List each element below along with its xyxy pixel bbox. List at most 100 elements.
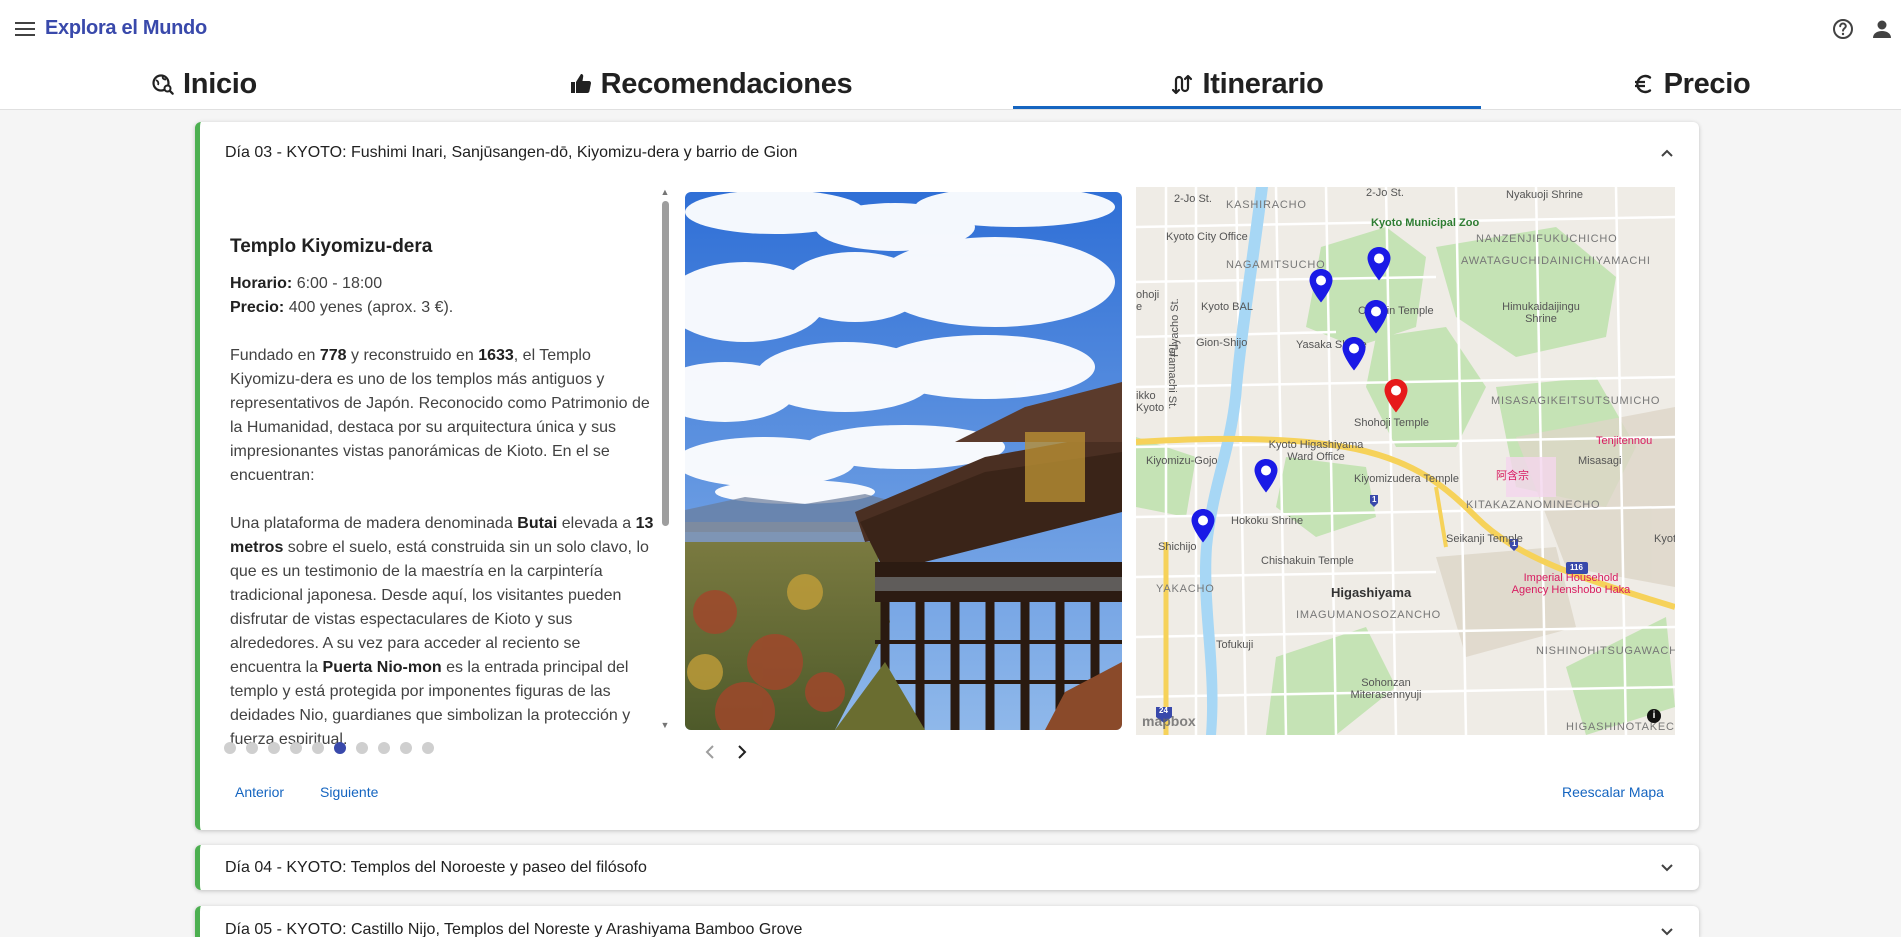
route-shield-label: 116	[1570, 563, 1583, 572]
tab-precio[interactable]: Precio	[1481, 58, 1901, 110]
map-label: Kyoto Municipal Zoo	[1371, 217, 1480, 229]
rescale-map-button[interactable]: Reescalar Mapa	[1562, 784, 1664, 800]
map-label: YAKACHO	[1156, 583, 1215, 595]
carousel-dot[interactable]	[224, 742, 236, 754]
tab-recomendaciones[interactable]: Recomendaciones	[408, 58, 1013, 110]
map-label: Chishakuin Temple	[1261, 555, 1354, 567]
scroll-up-arrow-icon[interactable]: ▲	[660, 187, 670, 197]
top-app-bar: Explora el Mundo	[0, 0, 1901, 58]
map-label: KASHIRACHO	[1226, 199, 1307, 211]
map-label: 2-Jo St.	[1366, 187, 1404, 199]
itinerary-map[interactable]: 2-Jo St. 2-Jo St. Nyakuoji Shrine KASHIR…	[1136, 187, 1675, 735]
history-paragraph: Fundado en 778 y reconstruido en 1633, e…	[230, 347, 650, 484]
map-marker-icon[interactable]	[1190, 508, 1216, 544]
tab-itinerario-label: Itinerario	[1202, 67, 1324, 100]
previous-button[interactable]: Anterior	[235, 784, 284, 800]
butai-paragraph: Una plataforma de madera denominada Buta…	[230, 515, 654, 748]
map-info-icon[interactable]: i	[1647, 709, 1661, 723]
map-label: Kyoto BAL	[1201, 301, 1253, 313]
price-label: Precio:	[230, 299, 285, 316]
map-label: Himukaidaijingu Shrine	[1502, 301, 1580, 325]
chevron-down-icon[interactable]	[1657, 858, 1677, 878]
schedule-value: 6:00 - 18:00	[296, 275, 383, 292]
map-marker-icon[interactable]	[1253, 458, 1279, 494]
carousel-dot[interactable]	[422, 742, 434, 754]
map-label: AWATAGUCHIDAINICHIYAMACHI	[1461, 255, 1651, 267]
map-label: 阿含宗	[1496, 470, 1529, 482]
map-label: HIGASHINOTAKECHO	[1566, 721, 1675, 733]
euro-icon	[1634, 74, 1651, 94]
map-label: Higashiyama	[1331, 585, 1412, 600]
tab-bar: Inicio Recomendaciones Itinerario Precio	[0, 58, 1901, 110]
map-label: Kyoto City Office	[1166, 231, 1248, 243]
map-label: NANZENJIFUKUCHICHO	[1476, 233, 1618, 245]
map-label: NISHINOHITSUGAWACHO	[1536, 645, 1675, 657]
schedule-line: Horario: 6:00 - 18:00	[230, 272, 655, 296]
price-value: 400 yenes (aprox. 3 €).	[288, 299, 454, 316]
tab-inicio[interactable]: Inicio	[0, 58, 408, 110]
day-panel-05-header[interactable]: Día 05 - KYOTO: Castillo Nijo, Templos d…	[200, 906, 1699, 937]
next-button[interactable]: Siguiente	[320, 784, 378, 800]
map-marker-icon[interactable]	[1363, 299, 1389, 335]
route-shield-label: 1	[1512, 539, 1517, 548]
description-scrollbar[interactable]: ▲ ▼	[660, 187, 670, 730]
mapbox-logo[interactable]: mapbox	[1142, 713, 1196, 729]
carousel-dot[interactable]	[334, 742, 346, 754]
map-label: Shohoji Temple	[1354, 417, 1430, 429]
map-label: Hokoku Shrine	[1231, 515, 1304, 527]
carousel-dot[interactable]	[400, 742, 412, 754]
map-marker-icon[interactable]	[1341, 336, 1367, 372]
chevron-up-icon[interactable]	[1657, 143, 1677, 163]
day-panel-04-header[interactable]: Día 04 - KYOTO: Templos del Noroeste y p…	[200, 845, 1699, 890]
day-panel-05-title: Día 05 - KYOTO: Castillo Nijo, Templos d…	[225, 921, 803, 937]
chevron-down-icon[interactable]	[1657, 922, 1677, 937]
day-panel-04-title: Día 04 - KYOTO: Templos del Noroeste y p…	[225, 858, 647, 876]
place-title: Templo Kiyomizu-dera	[230, 236, 433, 257]
tab-inicio-label: Inicio	[183, 67, 257, 100]
route-shield-label: 1	[1372, 495, 1377, 504]
day-panel-04: Día 04 - KYOTO: Templos del Noroeste y p…	[195, 845, 1699, 890]
photo-next-chevron-icon[interactable]	[732, 740, 752, 764]
tab-recomendaciones-label: Recomendaciones	[600, 67, 853, 100]
price-line: Precio: 400 yenes (aprox. 3 €).	[230, 296, 655, 320]
map-label: MISASAGIKEITSUTSUMICHO	[1491, 395, 1661, 407]
help-icon[interactable]	[1831, 17, 1857, 43]
day-panel-03-header[interactable]: Día 03 - KYOTO: Fushimi Inari, Sanjūsang…	[200, 122, 1699, 184]
carousel-dot[interactable]	[378, 742, 390, 754]
schedule-label: Horario:	[230, 275, 293, 292]
map-label: Kiyomizu-Gojo	[1146, 455, 1218, 467]
carousel-dot[interactable]	[246, 742, 258, 754]
carousel-dot[interactable]	[312, 742, 324, 754]
app-title[interactable]: Explora el Mundo	[45, 17, 207, 40]
day-panel-03: Día 03 - KYOTO: Fushimi Inari, Sanjūsang…	[195, 122, 1699, 830]
map-label: ikko Kyoto	[1136, 390, 1165, 414]
scroll-down-arrow-icon[interactable]: ▼	[660, 720, 670, 730]
tab-precio-label: Precio	[1663, 67, 1751, 100]
tab-itinerario[interactable]: Itinerario	[1013, 58, 1481, 110]
day-panel-05: Día 05 - KYOTO: Castillo Nijo, Templos d…	[195, 906, 1699, 937]
map-label: 2-Jo St.	[1174, 193, 1212, 205]
active-tab-indicator	[1013, 106, 1481, 109]
map-label: Tofukuji	[1216, 639, 1254, 651]
map-label: Tenjitennou	[1596, 435, 1653, 447]
carousel-dot[interactable]	[268, 742, 280, 754]
day-panel-03-title: Día 03 - KYOTO: Fushimi Inari, Sanjūsang…	[225, 144, 798, 161]
account-icon[interactable]	[1870, 17, 1896, 43]
menu-icon[interactable]	[12, 17, 38, 41]
map-label: Kiyomizudera Temple	[1354, 473, 1459, 485]
map-marker-icon[interactable]	[1366, 246, 1392, 282]
photo-prev-chevron-icon[interactable]	[700, 740, 720, 764]
map-marker-icon[interactable]	[1308, 268, 1334, 304]
map-label: Gion-Shijo	[1196, 337, 1248, 349]
map-label: Imperial Household Agency Henshobo Haka	[1511, 572, 1631, 596]
scroll-thumb[interactable]	[662, 201, 669, 526]
map-label: Fuyacho St.	[1169, 298, 1181, 357]
map-label: ohoji e	[1136, 289, 1160, 313]
map-marker-active-icon[interactable]	[1383, 378, 1409, 414]
route-icon	[1172, 74, 1193, 95]
travel-explore-icon	[152, 74, 174, 95]
carousel-dot[interactable]	[356, 742, 368, 754]
thumb-up-icon	[570, 74, 591, 94]
place-description: Templo Kiyomizu-dera Horario: 6:00 - 18:…	[230, 210, 655, 748]
carousel-dot[interactable]	[290, 742, 302, 754]
